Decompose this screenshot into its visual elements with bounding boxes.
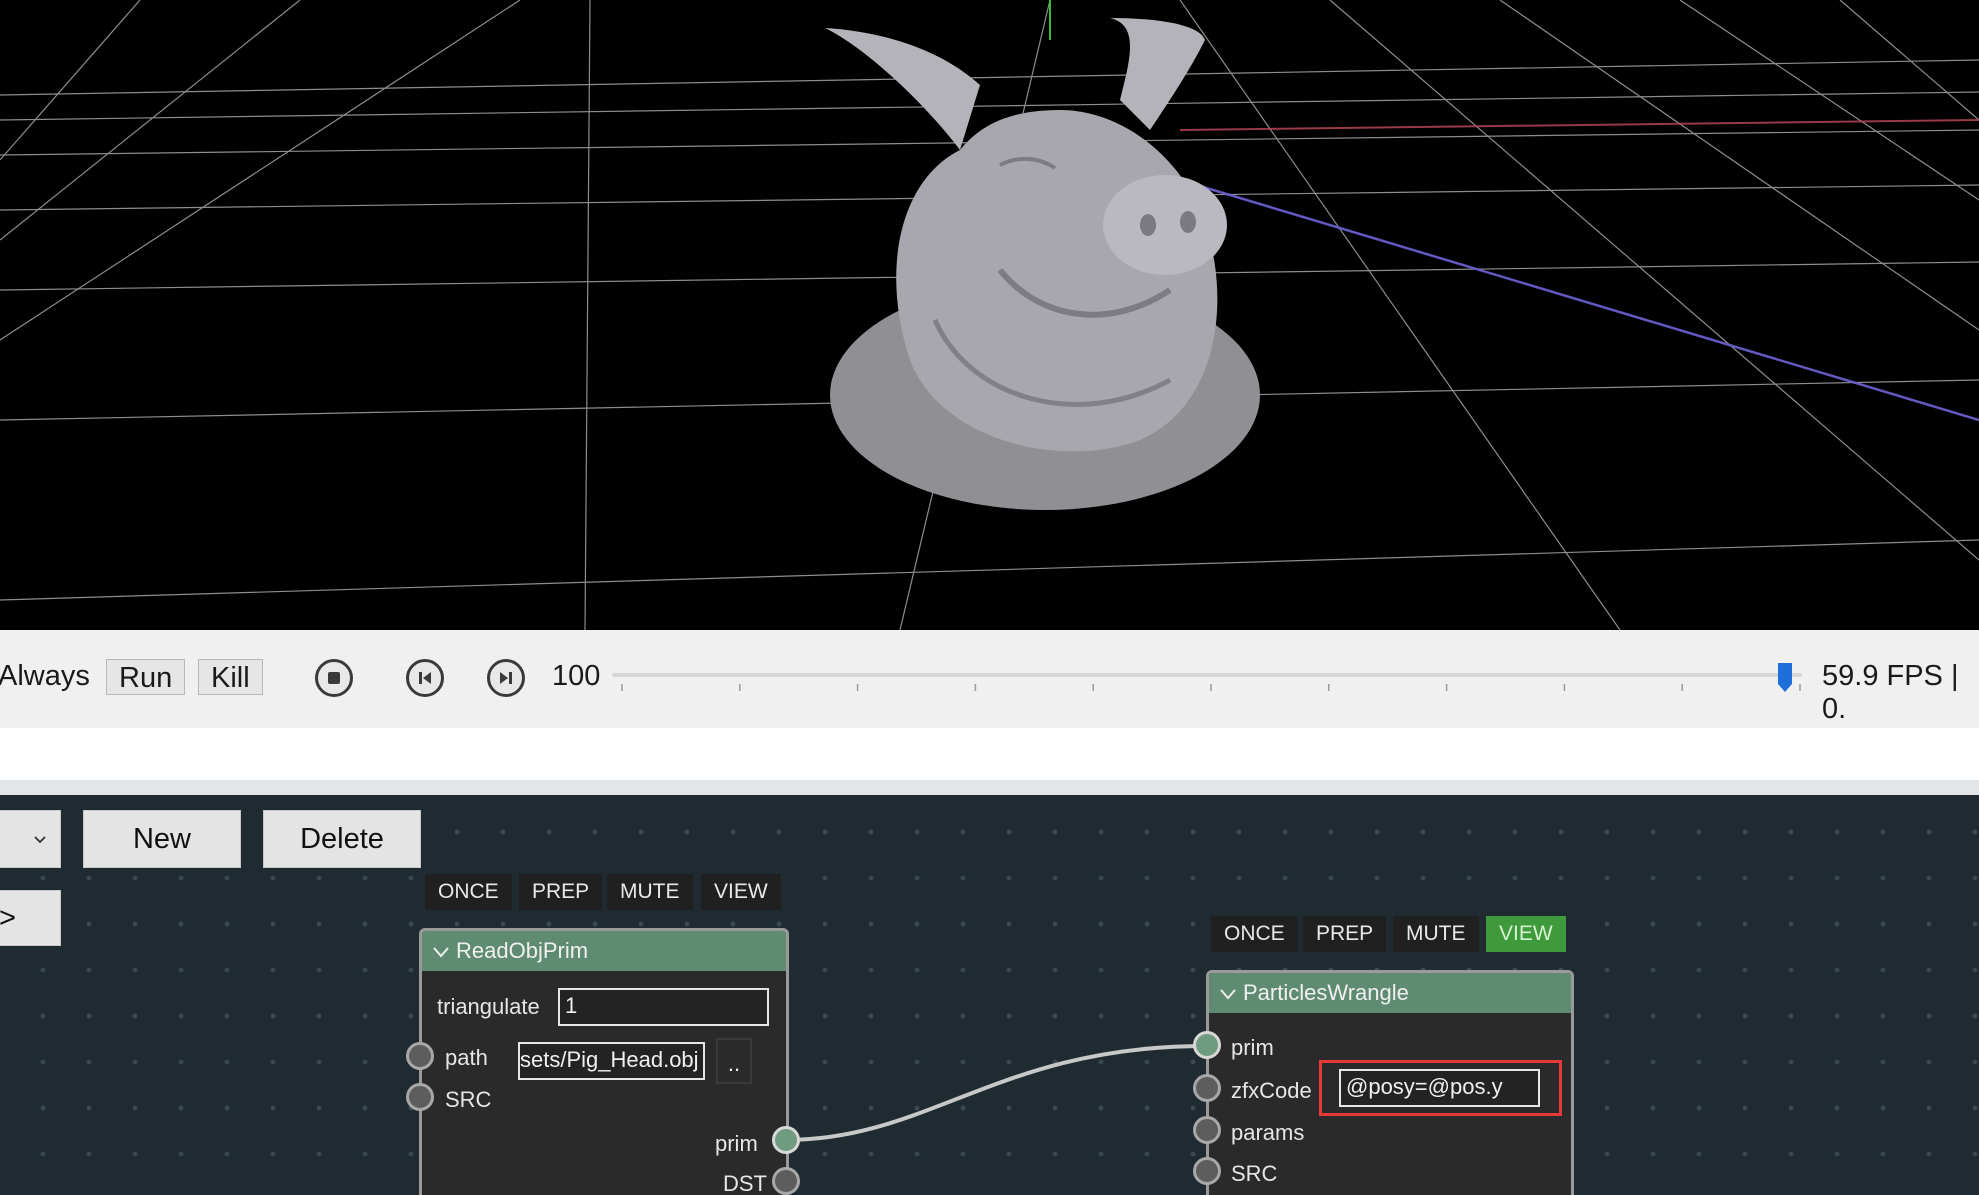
chevron-down-icon — [34, 836, 46, 844]
particleswrangle-header[interactable]: ParticlesWrangle — [1209, 973, 1571, 1013]
params-label: params — [1231, 1120, 1305, 1145]
wrangle-mute-flag[interactable]: MUTE — [1393, 916, 1479, 952]
readobjprim-header[interactable]: ReadObjPrim — [422, 931, 786, 971]
panel-separator[interactable] — [0, 780, 1979, 795]
read-mute-flag[interactable]: MUTE — [607, 874, 693, 910]
fps-readout: 59.9 FPS | 0. — [1822, 660, 1959, 725]
timeline-slider[interactable] — [612, 673, 1802, 677]
timeline-ticks — [621, 684, 1801, 691]
stop-icon — [328, 672, 340, 684]
status-strip — [0, 728, 1979, 780]
side-panel-button[interactable]: > — [0, 890, 61, 946]
timeline-slider-handle[interactable] — [1777, 662, 1793, 694]
zfxcode-label: zfxCode — [1231, 1078, 1312, 1103]
delete-graph-button[interactable]: Delete — [263, 810, 421, 868]
readobjprim-title: ReadObjPrim — [456, 938, 589, 963]
step-forward-icon — [500, 672, 512, 684]
zfxcode-input[interactable]: @posy=@pos.y — [1339, 1069, 1540, 1107]
read-view-flag[interactable]: VIEW — [701, 874, 781, 910]
browse-path-button[interactable]: .. — [716, 1038, 752, 1084]
graph-select-dropdown[interactable] — [0, 810, 61, 868]
pig-head-model — [825, 18, 1260, 510]
src-label-wrangle: SRC — [1231, 1161, 1278, 1186]
prim-output-label: prim — [715, 1131, 758, 1156]
path-label: path — [445, 1045, 488, 1070]
stop-button[interactable] — [315, 659, 353, 697]
wrangle-prep-flag[interactable]: PREP — [1303, 916, 1387, 952]
params-input-socket[interactable] — [1193, 1116, 1221, 1144]
viewport-grid — [0, 0, 1979, 630]
step-back-icon — [419, 672, 431, 684]
step-forward-button[interactable] — [487, 659, 525, 697]
read-prep-flag[interactable]: PREP — [519, 874, 603, 910]
new-graph-button[interactable]: New — [83, 810, 241, 868]
node-editor[interactable]: New Delete > ONCE PREP MUTE VIEW ReadObj… — [0, 795, 1979, 1195]
triangulate-label: triangulate — [437, 994, 540, 1019]
kill-button[interactable]: Kill — [198, 659, 263, 695]
prim-input-socket[interactable] — [1193, 1031, 1221, 1059]
prim-output-socket[interactable] — [772, 1126, 800, 1154]
chevron-down-icon[interactable] — [1219, 987, 1237, 1001]
path-input-socket[interactable] — [406, 1042, 434, 1070]
particleswrangle-title: ParticlesWrangle — [1243, 980, 1409, 1005]
run-mode-dropdown[interactable]: Always — [0, 660, 90, 693]
read-once-flag[interactable]: ONCE — [425, 874, 512, 910]
chevron-down-icon[interactable] — [432, 945, 450, 959]
wrangle-once-flag[interactable]: ONCE — [1211, 916, 1298, 952]
frame-count[interactable]: 100 — [552, 660, 600, 693]
3d-viewport[interactable] — [0, 0, 1979, 630]
step-back-button[interactable] — [406, 659, 444, 697]
triangulate-input[interactable]: 1 — [558, 988, 769, 1026]
zfxcode-input-socket[interactable] — [1193, 1074, 1221, 1102]
dst-output-socket[interactable] — [772, 1167, 800, 1195]
src-input-socket-wrangle[interactable] — [1193, 1157, 1221, 1185]
dst-output-label: DST — [723, 1171, 767, 1195]
path-input[interactable]: sets/Pig_Head.obj — [518, 1042, 705, 1080]
run-button[interactable]: Run — [106, 659, 186, 695]
wrangle-view-flag[interactable]: VIEW — [1486, 916, 1566, 952]
prim-input-label: prim — [1231, 1035, 1274, 1060]
src-input-socket[interactable] — [406, 1083, 434, 1111]
src-label: SRC — [445, 1087, 492, 1112]
